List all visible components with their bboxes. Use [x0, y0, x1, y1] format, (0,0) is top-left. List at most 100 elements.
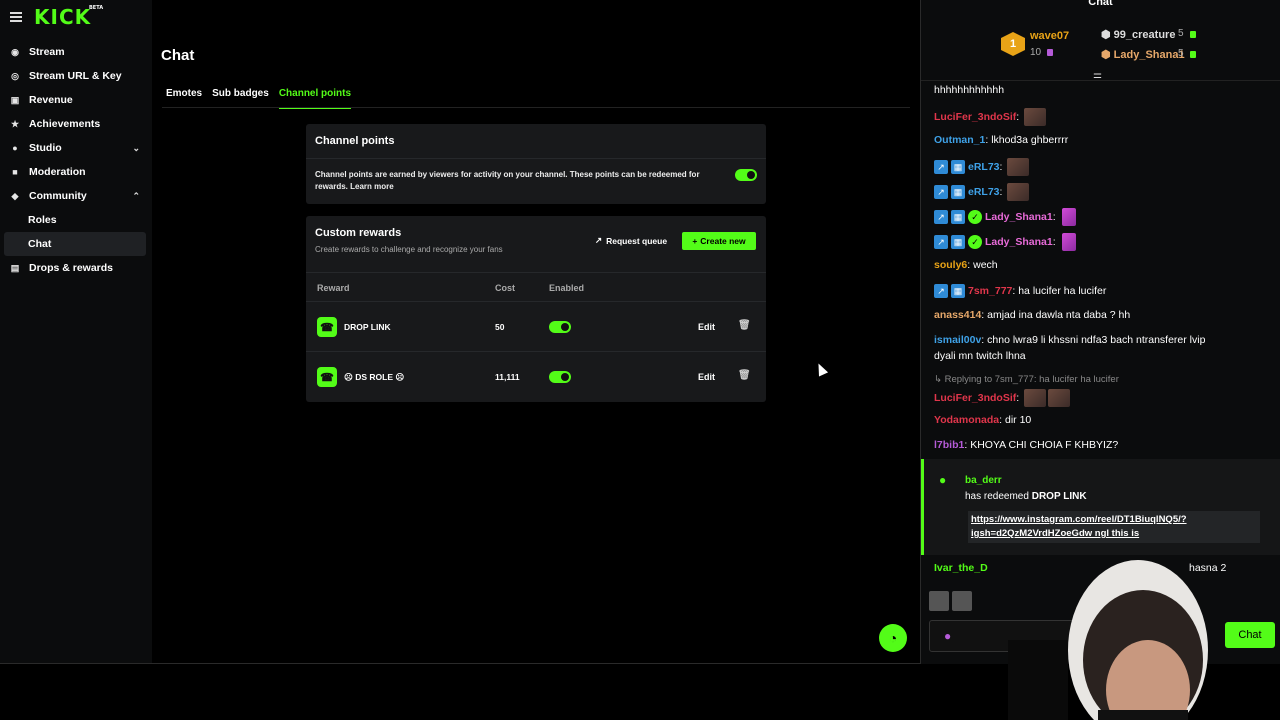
chat-username[interactable]: LuciFer_3ndoSif: [934, 111, 1016, 123]
emote-icon: [1007, 183, 1030, 201]
separator: :: [1052, 235, 1059, 248]
trophy-icon: ★: [10, 118, 20, 129]
chat-badge-icon[interactable]: ▦: [951, 284, 965, 298]
channel-points-toggle[interactable]: [735, 169, 757, 181]
separator: :: [1016, 110, 1023, 123]
reward-enabled-toggle[interactable]: [549, 321, 571, 333]
chevron-up-icon[interactable]: ⌃: [132, 191, 140, 202]
chat-username[interactable]: LuciFer_3ndoSif: [934, 392, 1016, 404]
table-row: ☎ DROP LINK 50 Edit 🗑: [306, 302, 766, 352]
chat-username[interactable]: Lady_Shana1: [985, 236, 1053, 248]
chat-message-text: lkhod3a ghberrrr: [991, 134, 1069, 146]
edit-button[interactable]: Edit: [698, 322, 715, 332]
tab-sub-badges[interactable]: Sub badges: [212, 88, 269, 109]
trash-icon[interactable]: 🗑: [738, 370, 751, 381]
chat-badge-icon[interactable]: ↗: [934, 284, 948, 298]
create-new-button[interactable]: + Create new: [682, 232, 756, 250]
webcam-overlay: [1008, 560, 1208, 720]
tab-channel-points[interactable]: Channel points: [278, 88, 352, 109]
chat-message: souly6: wech: [934, 259, 998, 271]
tab-emotes[interactable]: Emotes: [166, 88, 202, 109]
chat-message: l7bib1: KHOYA CHI CHOIA F KHBYIZ?: [934, 439, 1118, 451]
sidebar-item-stream-url-key[interactable]: ◎ Stream URL & Key: [0, 64, 152, 88]
request-queue-button[interactable]: ↗ Request queue: [595, 235, 667, 246]
help-button[interactable]: ◔: [879, 624, 907, 652]
rank-1-badge: 1: [1001, 32, 1025, 56]
chat-username[interactable]: Lady_Shana1: [985, 211, 1053, 223]
chat-badge-icon[interactable]: ↗: [934, 235, 948, 249]
redeem-user[interactable]: ba_derr: [965, 475, 1002, 486]
sidebar-item-studio[interactable]: ● Studio ⌄: [0, 136, 152, 160]
chat-badge-icon[interactable]: ✓: [968, 235, 982, 249]
reply-indicator: ↳ Replying to 7sm_777: ha lucifer ha luc…: [934, 374, 1119, 385]
chat-username[interactable]: ismail00v: [934, 334, 981, 346]
chat-message-text: amjad ina dawla nta daba ? hh: [987, 309, 1131, 321]
sidebar-item-label: Moderation: [29, 166, 86, 178]
sidebar-item-roles[interactable]: Roles: [0, 208, 152, 232]
emote-icon: [1007, 158, 1030, 176]
sidebar-item-stream[interactable]: ◉ Stream: [0, 40, 152, 64]
chat-message: LuciFer_3ndoSif:: [934, 389, 1071, 407]
chat-badge-icon[interactable]: ↗: [934, 160, 948, 174]
chat-message-text: dyali mn twitch lhna: [934, 350, 1026, 362]
sidebar-item-moderation[interactable]: ■ Moderation: [0, 160, 152, 184]
leaderboard-second-user[interactable]: ⬢ 99_creature: [1101, 28, 1175, 41]
emote-icon: [1024, 108, 1047, 126]
chat-username[interactable]: eRL73: [968, 186, 1000, 198]
chat-username[interactable]: souly6: [934, 259, 967, 271]
chat-username[interactable]: anass414: [934, 309, 981, 321]
channel-points-description: Channel points are earned by viewers for…: [306, 159, 726, 203]
sidebar-item-label: Drops & rewards: [29, 262, 114, 274]
emote-bar: [929, 591, 972, 611]
edit-button[interactable]: Edit: [698, 372, 715, 382]
emote-icon[interactable]: [929, 591, 949, 611]
leaderboard-first-user[interactable]: wave07: [1030, 30, 1069, 42]
custom-rewards-subtitle: Create rewards to challenge and recogniz…: [315, 245, 503, 254]
sidebar-item-community[interactable]: ◆ Community ⌃: [0, 184, 152, 208]
chat-message: hhhhhhhhhhhh: [934, 84, 1004, 96]
chat-message: ↗ ▦ eRL73:: [934, 158, 1030, 176]
channel-points-icon: ●: [939, 473, 947, 487]
column-reward: Reward: [317, 283, 350, 293]
reward-enabled-toggle[interactable]: [549, 371, 571, 383]
chat-badge-icon[interactable]: ▦: [951, 210, 965, 224]
sidebar-item-chat[interactable]: Chat: [4, 232, 146, 256]
external-link-icon: ↗: [595, 235, 603, 245]
chat-username[interactable]: l7bib1: [934, 439, 964, 451]
community-icon: ◆: [11, 190, 19, 201]
menu-icon[interactable]: [10, 12, 22, 22]
broadcast-icon: ◉: [11, 46, 19, 57]
chat-username[interactable]: Yodamonada: [934, 414, 999, 426]
chat-message: anass414: amjad ina dawla nta daba ? hh: [934, 309, 1130, 321]
reward-cost: 11,111: [495, 372, 520, 382]
chevron-down-icon[interactable]: ⌄: [132, 143, 140, 154]
chat-username[interactable]: 7sm_777: [968, 285, 1012, 297]
points-gem-icon: [1190, 51, 1196, 58]
trash-icon[interactable]: 🗑: [738, 320, 751, 331]
channel-points-card: Channel points Channel points are earned…: [306, 124, 766, 204]
leaderboard-third-user[interactable]: ⬢ Lady_Shana1: [1101, 48, 1185, 61]
main-content: Chat Emotes Sub badges Channel points Ch…: [152, 0, 920, 664]
custom-rewards-title: Custom rewards: [315, 227, 402, 239]
sidebar-item-label: Studio: [29, 142, 62, 154]
chat-username[interactable]: Outman_1: [934, 134, 985, 146]
collapse-leaderboard-icon[interactable]: ☰: [1093, 73, 1102, 84]
chat-badge-icon[interactable]: ▦: [951, 185, 965, 199]
kick-logo[interactable]: KICK BETA: [34, 5, 103, 29]
sidebar-item-revenue[interactable]: ▣ Revenue: [0, 88, 152, 112]
rewards-table-header: Reward Cost Enabled: [306, 272, 766, 302]
reward-cost: 50: [495, 322, 505, 332]
chat-badge-icon[interactable]: ↗: [934, 185, 948, 199]
chat-badge-icon[interactable]: ✓: [968, 210, 982, 224]
microphone-icon[interactable]: ●: [944, 629, 951, 643]
revenue-icon: ▣: [10, 94, 20, 105]
sidebar-item-drops-rewards[interactable]: ▤ Drops & rewards: [0, 256, 152, 280]
learn-more-link[interactable]: Learn more: [350, 182, 394, 191]
sidebar-item-achievements[interactable]: ★ Achievements: [0, 112, 152, 136]
chat-badge-icon[interactable]: ▦: [951, 160, 965, 174]
tab-divider: [162, 107, 910, 108]
sidebar-item-label: Stream: [29, 46, 65, 58]
chat-badge-icon[interactable]: ↗: [934, 210, 948, 224]
chat-badge-icon[interactable]: ▦: [951, 235, 965, 249]
chat-username[interactable]: eRL73: [968, 161, 1000, 173]
